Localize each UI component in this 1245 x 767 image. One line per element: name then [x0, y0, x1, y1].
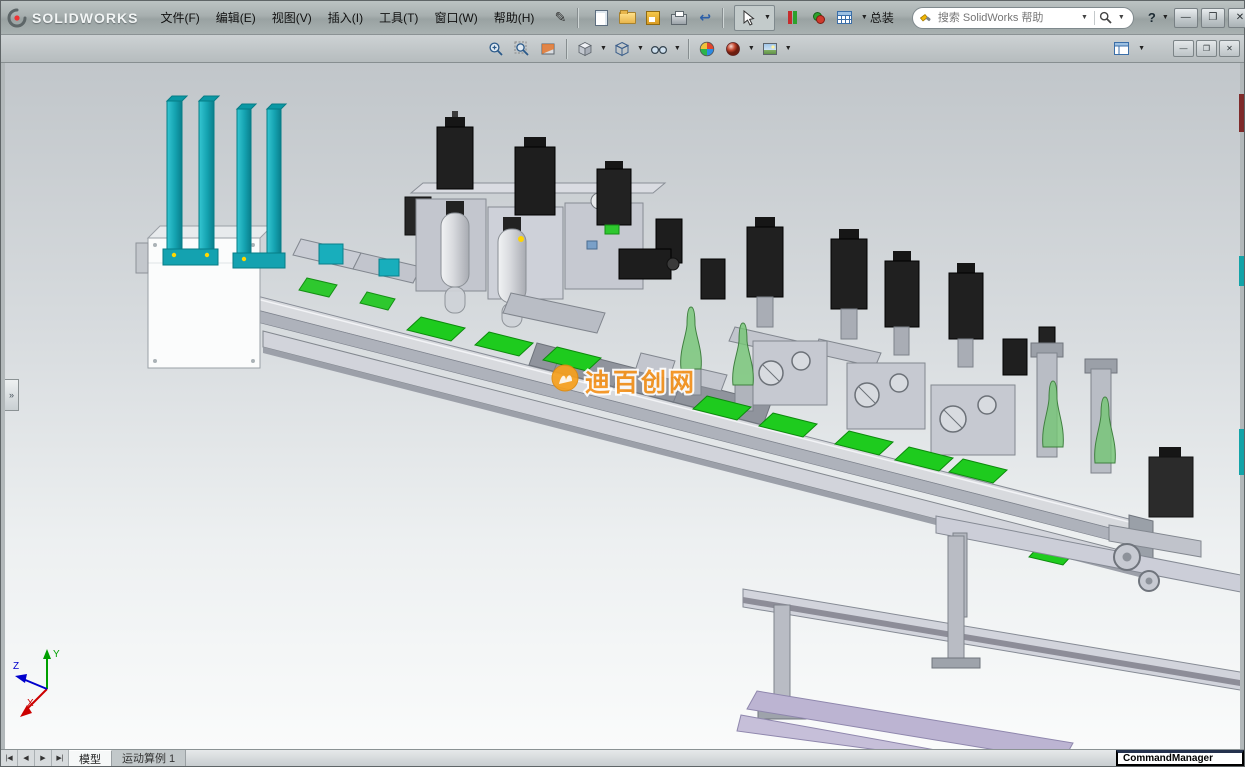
- triad-x-label: X: [27, 698, 34, 709]
- watermark-text: 迪百创网: [585, 369, 697, 397]
- new-document-icon[interactable]: [589, 6, 613, 30]
- panel-collapse-tab[interactable]: »: [5, 379, 19, 411]
- triad-y-label: Y: [53, 649, 60, 660]
- menu-view[interactable]: 视图(V): [264, 5, 320, 30]
- select-tool[interactable]: ▼: [734, 5, 775, 31]
- search-input[interactable]: [936, 11, 1075, 25]
- menu-help[interactable]: 帮助(H): [486, 5, 543, 30]
- right-edge-clip-teal-1: [1239, 256, 1244, 286]
- triad-z-label: Z: [13, 661, 19, 672]
- right-edge-clip-teal-2: [1239, 429, 1244, 475]
- color-bars-icon[interactable]: [781, 6, 805, 30]
- rebuild-icon[interactable]: [807, 6, 831, 30]
- help-dropdown-icon[interactable]: ▼: [1160, 14, 1171, 21]
- tab-nav-last-icon[interactable]: ▶|: [52, 750, 69, 766]
- undo-icon[interactable]: ↩: [693, 6, 717, 30]
- appearance-dropdown-icon[interactable]: ▼: [746, 45, 757, 52]
- appearance-sphere-icon[interactable]: [720, 37, 746, 61]
- statusbar: |◀ ◀ ▶ ▶| 模型 运动算例 1: [1, 749, 1244, 766]
- maximize-button[interactable]: ❐: [1201, 8, 1225, 28]
- separator: [566, 39, 567, 59]
- minimize-button[interactable]: —: [1174, 8, 1198, 28]
- menu-file[interactable]: 文件(F): [152, 5, 207, 30]
- press-module[interactable]: [405, 111, 682, 333]
- table-glyph: [837, 11, 852, 24]
- menubar: 文件(F) 编辑(E) 视图(V) 插入(I) 工具(T) 窗口(W) 帮助(H…: [152, 5, 542, 30]
- select-cursor-icon[interactable]: [736, 6, 760, 30]
- panels-icon[interactable]: [1108, 37, 1134, 61]
- save-icon[interactable]: [641, 6, 665, 30]
- separator: [722, 8, 723, 28]
- titlebar: SOLIDWORKS 文件(F) 编辑(E) 视图(V) 插入(I) 工具(T)…: [1, 1, 1244, 35]
- save-glyph: [646, 11, 660, 25]
- tab-motion-study[interactable]: 运动算例 1: [112, 750, 186, 766]
- help-search-box[interactable]: ▼ ▼: [912, 7, 1134, 29]
- options-table-icon[interactable]: [833, 6, 857, 30]
- assembly-3d-view[interactable]: 迪百创网 Y X Z: [5, 63, 1240, 749]
- assembly-name-label: 总装: [870, 9, 894, 26]
- open-folder-icon[interactable]: [615, 6, 639, 30]
- display-style-dropdown-icon[interactable]: ▼: [635, 45, 646, 52]
- tab-nav-next-icon[interactable]: ▶: [35, 750, 52, 766]
- options-dropdown-icon[interactable]: ▼: [859, 14, 870, 21]
- separator: [1094, 11, 1095, 25]
- reference-triad: Y X Z: [13, 649, 60, 717]
- view-orientation-icon[interactable]: [572, 37, 598, 61]
- tab-model[interactable]: 模型: [69, 750, 112, 766]
- hide-show-items-icon[interactable]: [646, 37, 672, 61]
- panels-dropdown-icon[interactable]: ▼: [1136, 45, 1147, 52]
- close-button[interactable]: ✕: [1228, 8, 1245, 28]
- feather-icon[interactable]: ✎: [548, 6, 572, 30]
- rebuild-glyph: [813, 12, 825, 24]
- solidworks-window: SOLIDWORKS 文件(F) 编辑(E) 视图(V) 插入(I) 工具(T)…: [0, 0, 1245, 767]
- menu-window[interactable]: 窗口(W): [426, 5, 485, 30]
- menu-tools[interactable]: 工具(T): [371, 5, 426, 30]
- menu-insert[interactable]: 插入(I): [320, 5, 371, 30]
- section-view-icon[interactable]: [535, 37, 561, 61]
- tab-nav-prev-icon[interactable]: ◀: [18, 750, 35, 766]
- cursor-glyph: [741, 10, 755, 26]
- search-dropdown-icon[interactable]: ▼: [1116, 14, 1127, 21]
- print-glyph: [671, 14, 687, 25]
- right-edge-clip-red: [1239, 94, 1244, 132]
- separator: [688, 39, 689, 59]
- search-icon[interactable]: [1099, 11, 1112, 24]
- edit-appearance-icon[interactable]: [694, 37, 720, 61]
- menu-edit[interactable]: 编辑(E): [208, 5, 264, 30]
- command-manager-label[interactable]: CommandManager: [1116, 750, 1244, 766]
- search-scope-dropdown-icon[interactable]: ▼: [1079, 14, 1090, 21]
- zoom-fit-icon[interactable]: [509, 37, 535, 61]
- doc-close-button[interactable]: ✕: [1219, 40, 1240, 57]
- tab-nav-first-icon[interactable]: |◀: [1, 750, 18, 766]
- help-button[interactable]: ?: [1144, 10, 1160, 25]
- separator: [577, 8, 578, 28]
- doc-minimize-button[interactable]: —: [1173, 40, 1194, 57]
- view-orientation-dropdown-icon[interactable]: ▼: [598, 45, 609, 52]
- graphics-viewport[interactable]: 迪百创网 Y X Z »: [5, 63, 1240, 749]
- scene-dropdown-icon[interactable]: ▼: [783, 45, 794, 52]
- page-glyph: [595, 10, 608, 26]
- display-style-icon[interactable]: [609, 37, 635, 61]
- scene-icon[interactable]: [757, 37, 783, 61]
- zoom-in-icon[interactable]: [483, 37, 509, 61]
- transfer-modules[interactable]: [293, 239, 421, 310]
- bars-glyph: [788, 11, 797, 24]
- brand: SOLIDWORKS: [7, 8, 138, 28]
- view-toolbar: ▼ ▼ ▼ ▼ ▼: [1, 35, 1244, 63]
- folder-glyph: [619, 12, 636, 24]
- brand-text: SOLIDWORKS: [32, 10, 138, 26]
- print-icon[interactable]: [667, 6, 691, 30]
- feeder-station[interactable]: [136, 96, 286, 368]
- solidworks-logo-icon: [7, 8, 27, 28]
- hide-show-dropdown-icon[interactable]: ▼: [672, 45, 683, 52]
- doc-restore-button[interactable]: ❐: [1196, 40, 1217, 57]
- flashlight-icon: [919, 11, 932, 24]
- select-dropdown-icon[interactable]: ▼: [762, 14, 773, 21]
